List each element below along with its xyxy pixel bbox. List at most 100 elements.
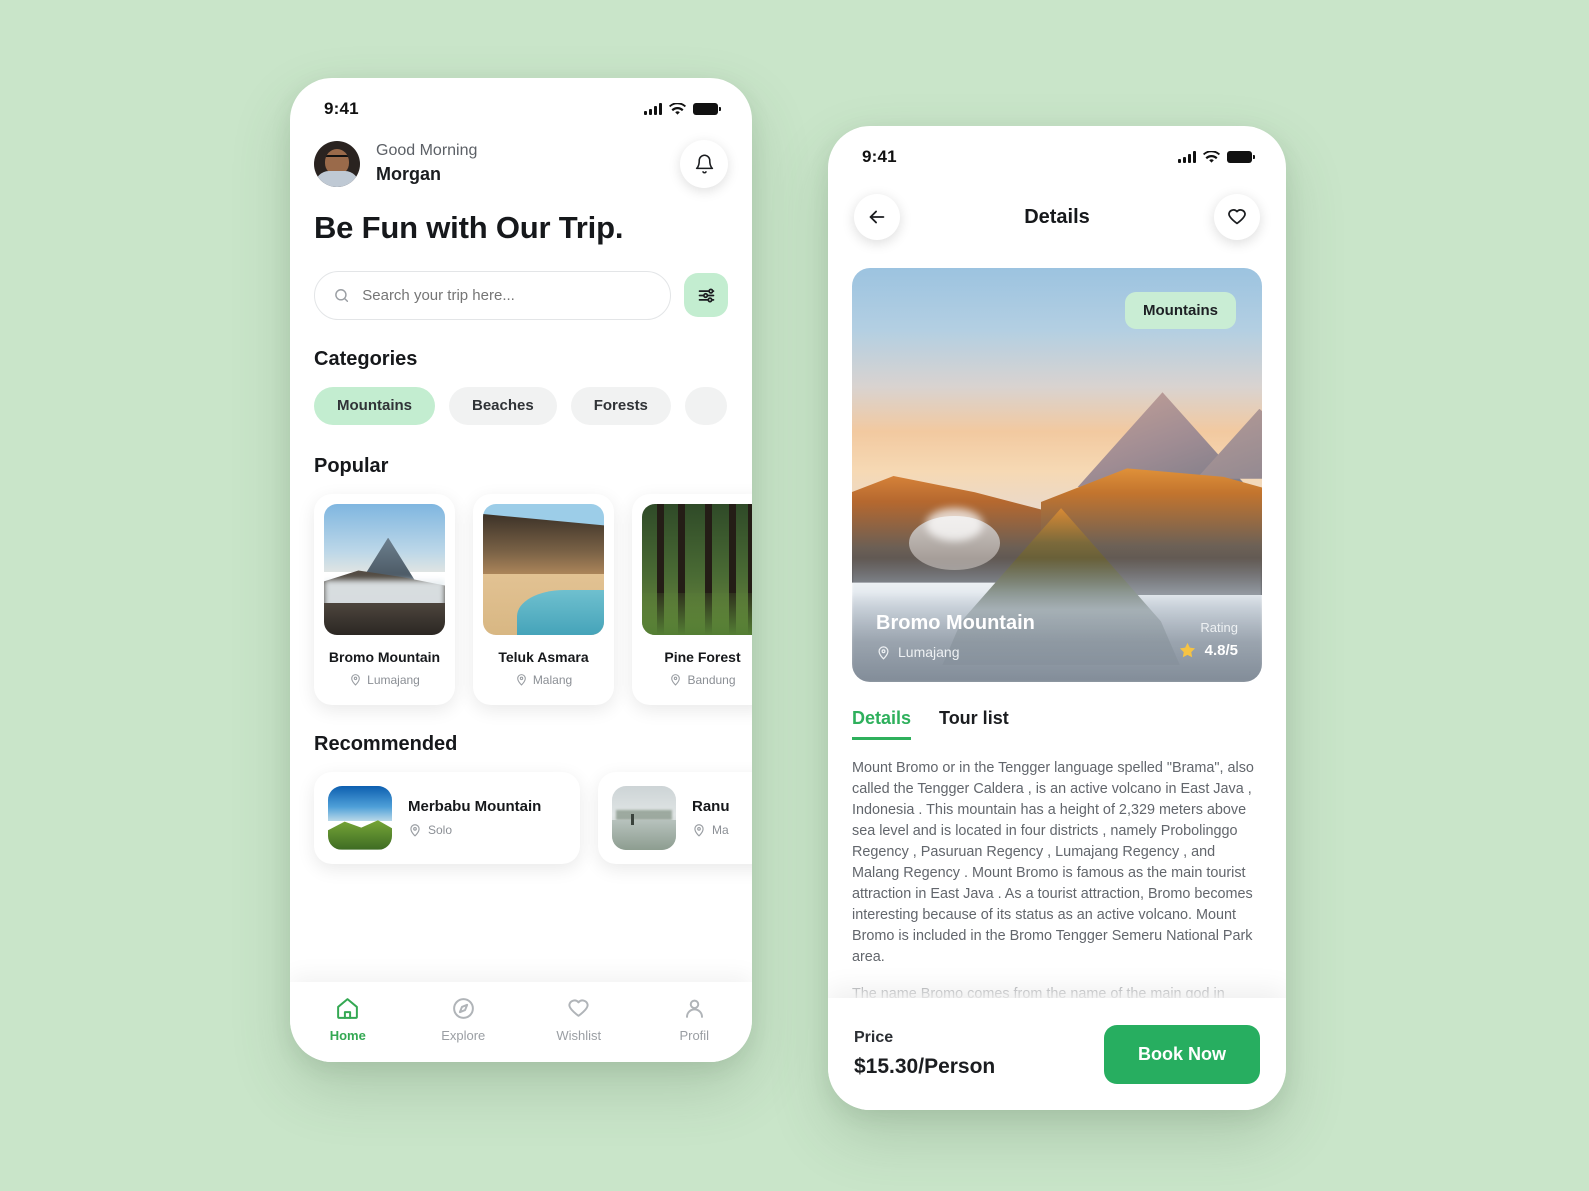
page-title: Be Fun with Our Trip. — [314, 210, 624, 245]
category-chip-mountains[interactable]: Mountains — [314, 386, 435, 425]
tab-home-label: Home — [329, 1028, 366, 1043]
location-pin-icon — [694, 824, 704, 837]
tab-tour-list[interactable]: Tour list — [939, 708, 1009, 737]
sliders-icon — [698, 288, 714, 303]
popular-card-name: Pine Forest — [664, 648, 741, 665]
price-footer: Price $15.30/Person Book Now — [828, 998, 1286, 1110]
heart-icon — [568, 999, 589, 1017]
status-bar-time: 9:41 — [324, 99, 359, 118]
details-content: Details Mountains Bromo Mountain Lumajan… — [828, 172, 1286, 1110]
tab-wishlist-label: Wishlist — [556, 1028, 602, 1043]
home-content: Good Morning Morgan Be Fun with Our Trip… — [290, 140, 752, 1062]
category-badge: Mountains — [1125, 292, 1236, 329]
hero-place-name: Bromo Mountain — [876, 612, 1035, 634]
search-row — [314, 270, 728, 320]
rating-value-row: 4.8/5 — [1178, 641, 1238, 660]
search-icon — [335, 288, 349, 302]
home-icon — [337, 998, 359, 1019]
popular-card-list: Bromo Mountain Lumajang Teluk Asmara Mal… — [314, 493, 752, 705]
book-now-button[interactable]: Book Now — [1104, 1024, 1260, 1084]
status-bar-time: 9:41 — [862, 147, 897, 166]
hero-location-text: Lumajang — [898, 644, 960, 660]
bell-icon — [695, 154, 713, 174]
recommended-card-location-text: Ma — [712, 823, 729, 838]
popular-card-location: Lumajang — [324, 673, 445, 687]
hero-image-card[interactable]: Mountains Bromo Mountain Lumajang Rating — [852, 268, 1262, 682]
category-chip-beaches[interactable]: Beaches — [449, 386, 557, 425]
recommended-section: Recommended Merbabu Mountain Solo Ranu M… — [314, 732, 752, 864]
tab-details[interactable]: Details — [852, 708, 912, 740]
recommended-card-name: Ranu — [692, 798, 730, 816]
rating-value: 4.8/5 — [1204, 642, 1238, 659]
phone-details-screen: 9:41 Details Mountains Bromo Mountain Lu… — [828, 126, 1286, 1110]
battery-icon — [1227, 151, 1255, 163]
wifi-icon — [669, 102, 686, 115]
tab-profil[interactable]: Profil — [637, 996, 753, 1043]
recommended-card[interactable]: Ranu Ma — [598, 771, 752, 864]
status-bar-home: 9:41 — [290, 78, 752, 124]
status-bar-icons — [1178, 150, 1255, 164]
popular-card-location-text: Bandung — [687, 672, 736, 687]
search-box[interactable] — [314, 270, 671, 320]
avatar[interactable] — [314, 141, 360, 187]
popular-card-image — [324, 503, 445, 635]
status-bar-icons — [644, 102, 721, 116]
categories-title: Categories — [314, 347, 418, 370]
heart-icon — [1228, 209, 1246, 225]
greeting-row: Good Morning Morgan — [314, 140, 728, 188]
categories-section: Categories Mountains Beaches Forests — [314, 348, 728, 425]
details-tab-list: Details Tour list — [852, 708, 1262, 740]
compass-icon — [452, 998, 474, 1019]
popular-card-location: Bandung — [642, 673, 752, 687]
greeting-label: Good Morning — [376, 142, 478, 160]
popular-card[interactable]: Teluk Asmara Malang — [473, 493, 614, 705]
recommended-card[interactable]: Merbabu Mountain Solo — [314, 771, 580, 864]
popular-card-name: Bromo Mountain — [328, 648, 441, 665]
location-pin-icon — [410, 824, 420, 837]
star-icon — [1179, 642, 1195, 658]
location-pin-icon — [516, 674, 526, 686]
popular-card[interactable]: Pine Forest Bandung — [632, 493, 752, 705]
details-title: Details — [1024, 205, 1090, 228]
location-pin-icon — [878, 645, 889, 660]
search-input[interactable] — [362, 286, 652, 304]
status-bar-details: 9:41 — [828, 126, 1286, 172]
recommended-card-body: Merbabu Mountain Solo — [408, 798, 541, 837]
battery-icon — [693, 103, 721, 115]
category-chip-list: Mountains Beaches Forests — [314, 386, 728, 425]
popular-title: Popular — [314, 454, 389, 477]
tab-explore[interactable]: Explore — [406, 996, 522, 1043]
recommended-card-location-text: Solo — [428, 823, 453, 838]
greeting-text: Good Morning Morgan — [376, 141, 477, 186]
phone-home-screen: 9:41 Good Morning Morgan Be Fun with Our… — [290, 78, 752, 1062]
recommended-title: Recommended — [314, 732, 458, 755]
popular-card-location-text: Malang — [532, 672, 573, 687]
favorite-button[interactable] — [1214, 194, 1260, 240]
notification-button[interactable] — [680, 140, 728, 188]
popular-card-image — [483, 503, 604, 635]
price-label: Price — [854, 1029, 894, 1046]
description-paragraph-1: Mount Bromo or in the Tengger language s… — [852, 760, 1254, 966]
user-icon — [685, 999, 703, 1018]
popular-card-image — [642, 503, 752, 635]
category-chip-forests[interactable]: Forests — [570, 386, 671, 425]
back-button[interactable] — [854, 194, 900, 240]
recommended-card-location: Solo — [408, 823, 541, 837]
bottom-tab-bar: Home Explore Wishlist Profil — [290, 982, 752, 1062]
arrow-left-icon — [869, 210, 885, 224]
popular-card-location: Malang — [483, 673, 604, 687]
recommended-card-body: Ranu Ma — [692, 798, 730, 837]
tab-wishlist[interactable]: Wishlist — [521, 996, 637, 1043]
cellular-signal-icon — [1178, 151, 1196, 163]
rating-block: Rating 4.8/5 — [1178, 620, 1238, 660]
category-chip-overflow[interactable] — [684, 386, 727, 425]
recommended-card-location: Ma — [692, 823, 730, 837]
price-value: $15.30/Person — [854, 1055, 996, 1078]
hero-info: Bromo Mountain Lumajang — [876, 612, 1035, 660]
popular-card[interactable]: Bromo Mountain Lumajang — [314, 493, 455, 705]
recommended-card-name: Merbabu Mountain — [408, 798, 542, 816]
tab-home[interactable]: Home — [290, 996, 406, 1043]
user-name: Morgan — [376, 164, 441, 185]
filter-button[interactable] — [684, 273, 728, 318]
recommended-card-image — [328, 785, 392, 850]
